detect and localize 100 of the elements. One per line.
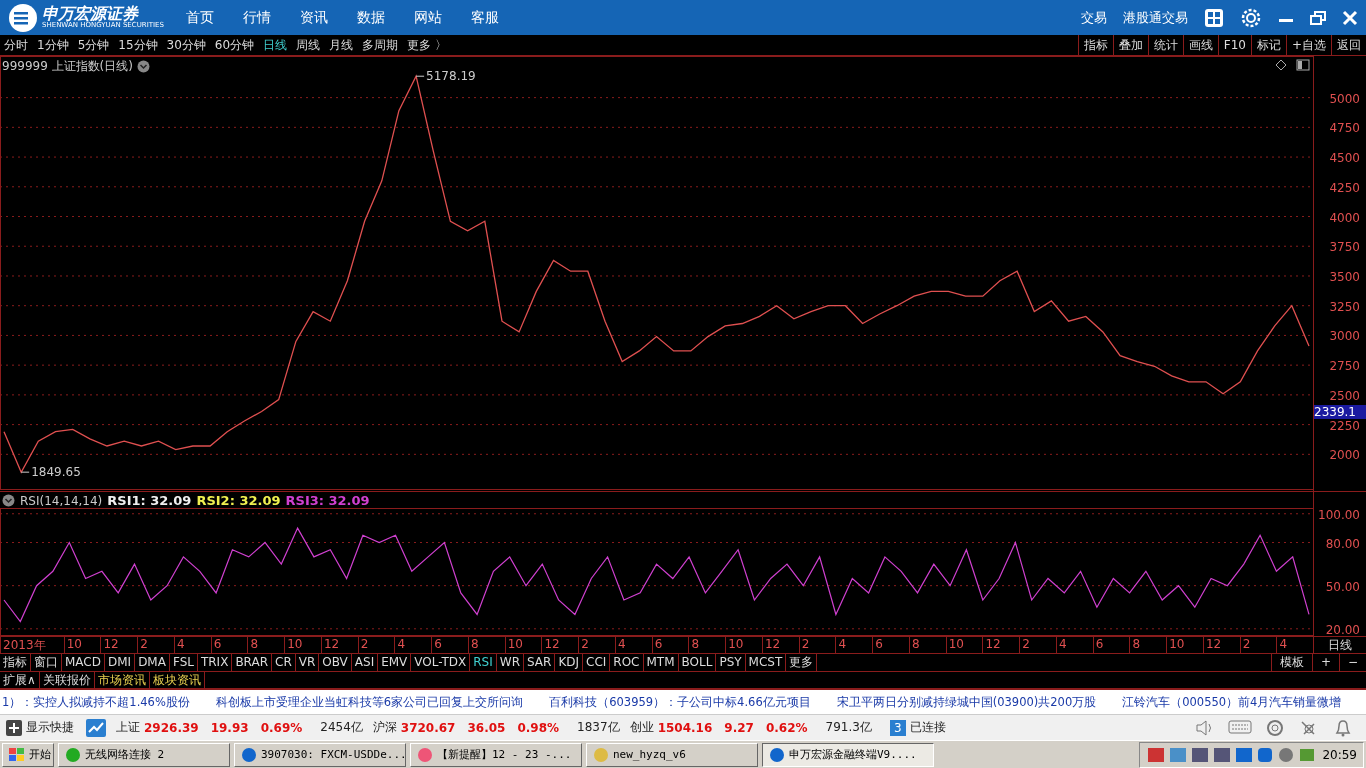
period-tab[interactable]: 周线 [296, 36, 321, 54]
panel-button[interactable]: − [1338, 654, 1366, 671]
indicator-tab[interactable]: FSL [169, 654, 198, 671]
panel-icon[interactable] [1296, 59, 1310, 71]
period-tab[interactable]: 5分钟 [77, 36, 110, 54]
news-link[interactable]: 江铃汽车（000550）前4月汽车销量微增 [1122, 694, 1342, 710]
indicator-tab[interactable]: PSY [716, 654, 746, 671]
chart-title: 999999 上证指数(日线) [2, 58, 133, 75]
taskbar-button[interactable]: 3907030: FXCM-USDDe... [234, 742, 406, 767]
date-label: 8 [909, 637, 946, 653]
indicator-tab[interactable]: MTM [643, 654, 679, 671]
indicator-tab[interactable]: WR [496, 654, 524, 671]
date-label: 12 [982, 637, 1020, 653]
indicator-tab[interactable]: RSI [470, 654, 497, 671]
axis-label: 2250 [1329, 418, 1360, 433]
date-label: 4 [1056, 637, 1093, 653]
indicator-tab[interactable]: 更多 [786, 654, 818, 671]
axis-label: 5000 [1329, 91, 1360, 106]
news-link[interactable]: 宋卫平两日分别减持绿城中国(03900)共200万股 [836, 694, 1097, 710]
indicator-tab[interactable]: DMI [105, 654, 136, 671]
panel-button[interactable]: + [1311, 654, 1339, 671]
indicator-tab[interactable]: MACD [62, 654, 105, 671]
indicator-tab[interactable]: 指标 [0, 654, 31, 671]
dropdown-icon[interactable] [2, 494, 15, 507]
indicator-tab[interactable]: KDJ [555, 654, 584, 671]
indicator-tab[interactable]: 窗口 [31, 654, 62, 671]
settings-icon[interactable] [1240, 6, 1262, 29]
period-tab[interactable]: 1分钟 [37, 36, 69, 54]
period-tab[interactable]: 更多 〉 [407, 36, 447, 54]
header-link[interactable]: 交易 [1081, 8, 1107, 27]
close-icon[interactable] [1342, 9, 1358, 26]
axis-label: 50.00 [1325, 579, 1360, 594]
indicator-tab[interactable]: VR [295, 654, 320, 671]
plus-icon[interactable] [6, 719, 22, 736]
indicator-tab[interactable]: EMV [378, 654, 412, 671]
taskbar-button[interactable]: 【新提醒】12 - 23 -... [410, 742, 582, 767]
nav-link[interactable]: 首页 [186, 8, 214, 27]
index-percent: 0.69% [260, 720, 303, 735]
indicator-tab[interactable]: CCI [583, 654, 611, 671]
tray-icons-drawing[interactable] [1146, 745, 1317, 764]
news-link[interactable]: 百利科技（603959）：子公司中标4.66亿元项目 [549, 694, 811, 710]
indicator-tab[interactable]: ROC [610, 654, 644, 671]
period-tab[interactable]: 30分钟 [166, 36, 206, 54]
index-change: 9.27 [724, 720, 754, 735]
nav-link[interactable]: 数据 [357, 8, 385, 27]
taskbar-button[interactable]: 无线网络连接 2 [58, 742, 230, 767]
indicator-tab[interactable]: SAR [524, 654, 556, 671]
nav-link[interactable]: 网站 [414, 8, 442, 27]
dropdown-icon[interactable] [137, 60, 150, 73]
diamond-icon[interactable] [1275, 59, 1287, 71]
panel-button[interactable]: 模板 [1270, 654, 1312, 671]
date-label: 2 [357, 637, 395, 653]
indicator-tab[interactable]: TRIX [197, 654, 233, 671]
index-volume: 1837亿 [577, 719, 620, 736]
period-tab[interactable]: 多周期 [362, 36, 399, 54]
indicator-tab[interactable]: ASI [351, 654, 379, 671]
nav-link[interactable]: 行情 [243, 8, 271, 27]
period-tab[interactable]: 60分钟 [214, 36, 255, 54]
axis-label: 4750 [1329, 121, 1360, 136]
indicator-tab[interactable]: VOL-TDX [411, 654, 471, 671]
date-label: 2 [798, 637, 836, 653]
axis-label: 3000 [1329, 329, 1360, 344]
period-tab[interactable]: 月线 [329, 36, 354, 54]
taskbar-button[interactable]: new_hyzq_v6 [586, 742, 758, 767]
indicator-tab[interactable]: DMA [135, 654, 170, 671]
nav-link[interactable]: 客服 [471, 8, 499, 27]
date-label: 10 [284, 637, 321, 653]
indicator-tab[interactable]: CR [272, 654, 296, 671]
grid-icon[interactable] [1204, 7, 1224, 28]
info-tab[interactable]: 板块资讯 [149, 672, 205, 688]
annotation: 5178.19 [426, 69, 476, 84]
header-link[interactable]: 港股通交易 [1123, 8, 1188, 27]
info-tab[interactable]: 市场资讯 [94, 672, 150, 688]
info-tab[interactable]: 扩展∧ [0, 672, 40, 688]
indicator-tab[interactable]: OBV [319, 654, 352, 671]
date-label: 8 [688, 637, 726, 653]
period-tab[interactable]: 分时 [4, 36, 28, 54]
chart-icon[interactable] [86, 718, 106, 737]
restore-icon[interactable] [1310, 9, 1326, 26]
period-tab[interactable]: 日线 [263, 36, 288, 54]
start-button[interactable]: 开始 [2, 742, 54, 767]
date-label: 6 [431, 637, 468, 653]
app-icon [593, 746, 609, 763]
axis-label: 4500 [1329, 151, 1360, 166]
date-label: 12 [321, 637, 358, 653]
news-link[interactable]: 1）：实控人拟减持不超1.46%股份 [2, 694, 190, 710]
extreme-label: 1849.65 [20, 465, 81, 480]
index-name: 沪深 [372, 719, 397, 736]
taskbar-button[interactable]: 申万宏源金融终端V9.... [762, 742, 934, 767]
info-tab[interactable]: 关联报价 [39, 672, 95, 688]
nav-link[interactable]: 资讯 [300, 8, 328, 27]
indicator-tab[interactable]: MCST [745, 654, 787, 671]
date-label: 8 [1129, 637, 1167, 653]
period-tab[interactable]: 15分钟 [118, 36, 158, 54]
indicator-tab[interactable]: BRAR [232, 654, 272, 671]
shortcut-label[interactable]: 显示快捷 [26, 719, 74, 736]
indicator-tab[interactable]: BOLL [678, 654, 717, 671]
index-name: 创业 [629, 719, 654, 736]
news-link[interactable]: 科创板上市受理企业当虹科技等6家公司已回复上交所问询 [215, 694, 524, 710]
date-label: 2013年 [0, 637, 64, 653]
